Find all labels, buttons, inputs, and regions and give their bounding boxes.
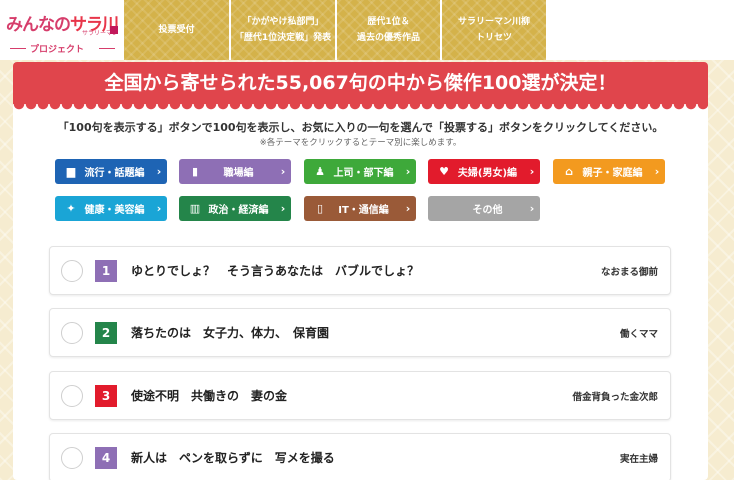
nav-announcement[interactable]: 「かがやけ私部門」 「歴代1位決定戦」発表 (231, 0, 337, 60)
category-trend-button[interactable]: ▆ 流行・話題編 › (55, 159, 167, 184)
chart-icon: ▥ (189, 202, 201, 215)
logo-divider (99, 48, 115, 49)
phone-icon: ▯ (316, 202, 324, 215)
chevron-right-icon: › (156, 165, 162, 178)
haiku-text: 使途不明 共働きの 妻の金 (131, 389, 288, 403)
entry-number: 3 (95, 384, 117, 407)
category-politics-button[interactable]: ▥ 政治・経済編 › (179, 196, 291, 221)
nav-guide[interactable]: サラリーマン川柳 トリセツ (442, 0, 548, 60)
logo-mark (110, 26, 118, 34)
sparkle-icon: ✦ (66, 202, 76, 215)
haiku-text: 落ちたのは 女子力、体力、 保育園 (131, 326, 330, 340)
theme-note: ※各テーマをクリックするとテーマ別に楽しめます。 (259, 138, 462, 148)
category-workplace-button[interactable]: ▮ 職場編 › (179, 159, 291, 184)
category-boss-button[interactable]: ♟ 上司・部下編 › (304, 159, 416, 184)
vote-radio[interactable] (61, 384, 83, 407)
vote-radio[interactable] (61, 321, 83, 344)
main-nav: 投票受付 「かがやけ私部門」 「歴代1位決定戦」発表 歴代1位＆ 過去の優秀作品… (124, 0, 548, 60)
vote-radio[interactable] (61, 446, 83, 469)
entry-number: 1 (95, 259, 117, 282)
instruction-text: 「100句を表示する」ボタンで100句を表示し、お気に入りの一句を選んで「投票す… (57, 121, 664, 134)
author-name: なおまる御前 (600, 266, 658, 278)
main-panel: 全国から寄せられた55,067句の中から傑作100選が決定！ 「100句を表示す… (13, 62, 708, 480)
haiku-entry: 3 使途不明 共働きの 妻の金 借金背負った金次郎 (49, 371, 671, 420)
author-name: 働くママ (619, 328, 658, 340)
people-icon: ♟ (315, 165, 325, 178)
entry-number: 2 (95, 321, 117, 344)
chevron-right-icon: › (280, 165, 286, 178)
banner-scallop (13, 104, 708, 110)
couple-icon: ♥ (439, 165, 449, 178)
category-other-button[interactable]: その他 › (428, 196, 540, 221)
category-health-button[interactable]: ✦ 健康・美容編 › (55, 196, 167, 221)
chevron-right-icon: › (405, 165, 411, 178)
chevron-right-icon: › (529, 202, 535, 215)
announcement-banner: 全国から寄せられた55,067句の中から傑作100選が決定！ (13, 62, 708, 104)
logo-subtitle: プロジェクト (30, 45, 85, 55)
category-couple-button[interactable]: ♥ 夫婦(男女)編 › (428, 159, 540, 184)
entry-number: 4 (95, 446, 117, 469)
author-name: 借金背負った金次郎 (572, 391, 658, 403)
chevron-right-icon: › (280, 202, 286, 215)
haiku-entry: 4 新人は ペンを取らずに 写メを撮る 実在主婦 (49, 433, 671, 480)
site-logo[interactable]: みんなのサラ川 サラリーマン プロジェクト (6, 6, 121, 56)
category-it-button[interactable]: ▯ IT・通信編 › (304, 196, 416, 221)
author-name: 実在主婦 (619, 453, 658, 465)
haiku-text: 新人は ペンを取らずに 写メを撮る (131, 451, 335, 465)
speech-bubble-icon: ▆ (66, 165, 76, 178)
haiku-text: ゆとりでしょ？ そう言うあなたは バブルでしょ？ (131, 264, 420, 278)
nav-past-winners[interactable]: 歴代1位＆ 過去の優秀作品 (337, 0, 442, 60)
building-icon: ▮ (191, 165, 199, 178)
logo-divider (10, 48, 26, 49)
category-family-button[interactable]: ⌂ 親子・家庭編 › (553, 159, 665, 184)
chevron-right-icon: › (405, 202, 411, 215)
vote-radio[interactable] (61, 259, 83, 282)
haiku-entry: 2 落ちたのは 女子力、体力、 保育園 働くママ (49, 308, 671, 357)
nav-vote[interactable]: 投票受付 (124, 0, 231, 60)
site-header: みんなのサラ川 サラリーマン プロジェクト 投票受付 「かがやけ私部門」 「歴代… (0, 0, 734, 60)
chevron-right-icon: › (654, 165, 660, 178)
chevron-right-icon: › (156, 202, 162, 215)
haiku-entry: 1 ゆとりでしょ？ そう言うあなたは バブルでしょ？ なおまる御前 (49, 246, 671, 295)
house-icon: ⌂ (565, 165, 573, 178)
chevron-right-icon: › (529, 165, 535, 178)
